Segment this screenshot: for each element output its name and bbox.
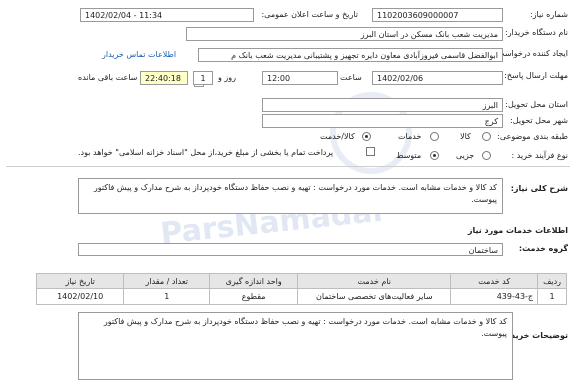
category-goods-service-radio[interactable] xyxy=(362,132,371,141)
cell-need-date: 1402/02/10 xyxy=(35,288,125,305)
treasury-note: پرداخت تمام یا بخشی از مبلغ خرید،از محل … xyxy=(78,148,334,157)
cell-row: 1 xyxy=(537,288,567,305)
col-service-name: نام خدمت xyxy=(297,273,452,289)
days-label: روز و xyxy=(218,73,236,82)
need-number-field[interactable]: 1102003609000007 xyxy=(372,8,503,22)
province-field[interactable]: البرز xyxy=(262,98,503,112)
category-service-label: خدمات xyxy=(398,132,422,141)
creator-field[interactable]: ابوالفضل قاسمی فیروزآبادی معاون دایره تج… xyxy=(198,48,503,62)
divider xyxy=(6,166,570,167)
service-group-field[interactable]: ساختمان xyxy=(78,243,503,256)
cell-quantity: 1 xyxy=(123,288,211,305)
remaining-time-field: 22:40:18 xyxy=(140,71,188,85)
category-goods-radio[interactable] xyxy=(482,132,491,141)
services-table: ردیف کد خدمت نام خدمت واحد اندازه گیری ت… xyxy=(35,273,567,305)
col-quantity: تعداد / مقدار xyxy=(123,273,211,289)
process-label: نوع فرآیند خرید : xyxy=(511,151,568,160)
need-number-label: شماره نیاز: xyxy=(530,10,568,19)
province-label: استان محل تحویل: xyxy=(505,100,568,109)
col-need-date: تاریخ نیاز xyxy=(35,273,125,289)
deadline-time-field[interactable]: 12:00 xyxy=(262,71,338,85)
buyer-field[interactable]: مدیریت شعب بانک مسکن در استان البرز xyxy=(186,27,503,41)
remaining-days-field[interactable]: 1 xyxy=(193,71,213,85)
process-minor-label: جزیی xyxy=(456,151,475,160)
col-row: ردیف xyxy=(537,273,567,289)
cell-unit: مقطوع xyxy=(209,288,299,305)
category-goods-service-label: کالا/خدمت xyxy=(320,132,355,141)
col-service-code: کد خدمت xyxy=(450,273,539,289)
treasury-checkbox[interactable] xyxy=(366,147,375,156)
category-goods-label: کالا xyxy=(460,132,471,141)
remaining-label: ساعت باقی مانده xyxy=(78,73,138,82)
process-minor-radio[interactable] xyxy=(482,151,491,160)
city-field[interactable]: کرج xyxy=(262,114,503,128)
category-service-radio[interactable] xyxy=(430,132,439,141)
buyer-notes-textarea[interactable]: کد کالا و خدمات مشابه است. خدمات مورد در… xyxy=(78,312,513,380)
deadline-hour-label: ساعت xyxy=(340,73,362,82)
table-row[interactable]: 1 ج-43-439 سایر فعالیت‌های تخصصی ساختمان… xyxy=(35,288,567,305)
cell-service-name: سایر فعالیت‌های تخصصی ساختمان xyxy=(297,288,452,305)
creator-label: ایجاد کننده درخواست: xyxy=(494,49,568,58)
announce-label: تاریخ و ساعت اعلان عمومی: xyxy=(261,10,358,19)
summary-label: شرح کلی نیاز: xyxy=(510,184,568,193)
cell-service-code: ج-43-439 xyxy=(450,288,539,305)
table-header: ردیف کد خدمت نام خدمت واحد اندازه گیری ت… xyxy=(35,273,567,289)
announce-field[interactable]: 1402/02/04 - 11:34 xyxy=(80,8,254,22)
buyer-label: نام دستگاه خریدار: xyxy=(505,28,568,37)
col-unit: واحد اندازه گیری xyxy=(209,273,299,289)
process-medium-radio[interactable] xyxy=(430,151,439,160)
summary-textarea[interactable]: کد کالا و خدمات مشابه است. خدمات مورد در… xyxy=(78,178,503,214)
services-section-title: اطلاعات خدمات مورد نیاز xyxy=(467,226,568,235)
category-label: طبقه بندی موضوعی: xyxy=(497,132,568,141)
buyer-contact-link[interactable]: اطلاعات تماس خریدار xyxy=(102,50,176,59)
city-label: شهر محل تحویل: xyxy=(510,116,568,125)
service-group-label: گروه خدمت: xyxy=(518,244,568,253)
process-medium-label: متوسط xyxy=(396,151,422,160)
deadline-date-field[interactable]: 1402/02/06 xyxy=(372,71,503,85)
